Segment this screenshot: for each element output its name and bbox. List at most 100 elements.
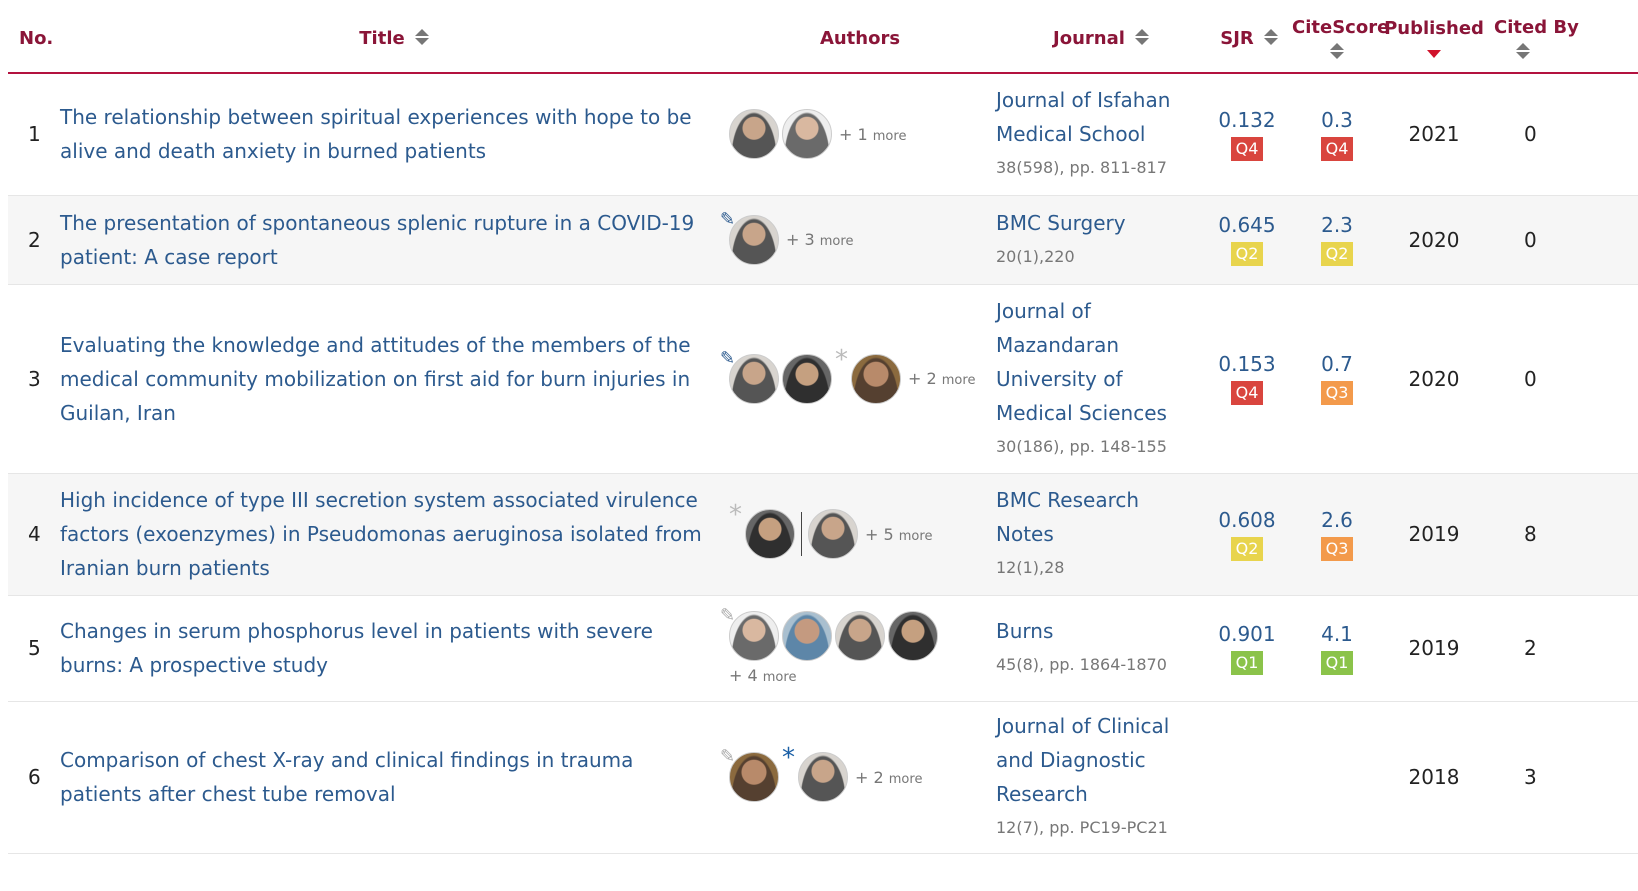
header-cited-by-label: Cited By xyxy=(1494,17,1579,38)
table-row: 1 The relationship between spiritual exp… xyxy=(8,73,1638,195)
sjr-cell: 0.608 Q2 xyxy=(1202,473,1292,595)
published-year: 2019 xyxy=(1408,522,1460,546)
sort-icon[interactable] xyxy=(1263,28,1278,45)
row-number: 1 xyxy=(28,122,41,147)
paper-title-cell: Evaluating the knowledge and attitudes o… xyxy=(60,284,724,473)
journal-link[interactable]: Burns xyxy=(996,614,1202,648)
paper-title-link[interactable]: High incidence of type III secretion sys… xyxy=(60,483,704,585)
citescore-cell: 0.7 Q3 xyxy=(1292,284,1382,473)
table-row: 2 The presentation of spontaneous spleni… xyxy=(8,195,1638,284)
author-list: ✎ + 3 more xyxy=(720,209,996,265)
journal-issue: 12(7), pp. PC19-PC21 xyxy=(996,818,1168,837)
more-authors-link[interactable]: + 5 more xyxy=(865,525,932,544)
cited-by-count: 2 xyxy=(1524,636,1537,660)
journal-link[interactable]: Journal of Isfahan Medical School xyxy=(996,83,1202,151)
header-cited-by[interactable]: Cited By xyxy=(1486,4,1638,74)
sort-desc-icon[interactable] xyxy=(1427,50,1441,58)
authors-cell: + 1 more xyxy=(724,73,996,195)
header-sjr[interactable]: SJR xyxy=(1202,4,1292,74)
avatar[interactable] xyxy=(782,109,832,160)
avatar[interactable] xyxy=(808,509,858,559)
quartile-badge: Q2 xyxy=(1320,242,1354,266)
paper-title-cell: The relationship between spiritual exper… xyxy=(60,73,724,195)
sort-icon[interactable] xyxy=(414,28,429,45)
avatar[interactable] xyxy=(888,611,938,661)
more-authors-word: more xyxy=(898,528,933,544)
avatar[interactable] xyxy=(729,752,779,802)
sjr-cell: 0.153 Q4 xyxy=(1202,284,1292,473)
sort-icon[interactable] xyxy=(1134,28,1149,45)
avatar[interactable] xyxy=(729,611,779,661)
citescore-value: 0.7 xyxy=(1321,352,1353,376)
sjr-value: 0.153 xyxy=(1218,352,1276,376)
paper-title-link[interactable]: The relationship between spiritual exper… xyxy=(60,100,704,168)
journal-link[interactable]: Journal of Mazandaran University of Medi… xyxy=(996,294,1202,430)
authors-cell: ✎ * + 2 more xyxy=(720,701,996,853)
sjr-value: 0.608 xyxy=(1218,507,1276,532)
citescore-cell xyxy=(1292,701,1382,853)
citescore-value: 0.3 xyxy=(1321,107,1353,132)
published-year: 2018 xyxy=(1408,765,1460,789)
paper-title-link[interactable]: Comparison of chest X-ray and clinical f… xyxy=(60,743,704,811)
avatar[interactable] xyxy=(729,214,779,265)
header-authors: Authors xyxy=(724,4,996,74)
header-title-label: Title xyxy=(359,27,405,49)
avatar[interactable] xyxy=(729,353,779,404)
more-authors-word: more xyxy=(888,771,923,787)
header-published-label: Published xyxy=(1384,18,1484,39)
avatar[interactable] xyxy=(782,611,832,661)
header-citescore-label: CiteScore xyxy=(1292,17,1390,38)
more-authors-link[interactable]: + 2 more xyxy=(855,768,922,787)
header-no: No. xyxy=(8,4,60,74)
row-number: 6 xyxy=(28,765,41,789)
more-authors-link[interactable]: + 4 more xyxy=(729,666,996,685)
quartile-badge: Q1 xyxy=(1230,650,1264,675)
paper-title-link[interactable]: The presentation of spontaneous splenic … xyxy=(60,206,704,274)
header-journal[interactable]: Journal xyxy=(996,4,1202,74)
author-list: ✎ + 4 more xyxy=(720,605,996,685)
avatar[interactable] xyxy=(745,509,795,559)
sjr-cell xyxy=(1202,701,1292,853)
header-title[interactable]: Title xyxy=(60,4,724,74)
more-authors-link[interactable]: + 1 more xyxy=(839,125,906,144)
avatar[interactable] xyxy=(782,353,832,404)
paper-title-cell: Changes in serum phosphorus level in pat… xyxy=(60,595,724,701)
avatar[interactable] xyxy=(851,353,901,404)
journal-cell: Journal of Clinical and Diagnostic Resea… xyxy=(996,701,1202,853)
journal-link[interactable]: BMC Research Notes xyxy=(996,483,1202,551)
table-row: 6 Comparison of chest X-ray and clinical… xyxy=(8,701,1638,853)
more-authors-count: + 2 xyxy=(908,369,937,388)
header-citescore[interactable]: CiteScore xyxy=(1292,4,1390,74)
journal-issue: 12(1),28 xyxy=(996,558,1065,577)
journal-issue: 20(1),220 xyxy=(996,246,1075,266)
more-authors-link[interactable]: + 2 more xyxy=(908,369,975,388)
citescore-cell: 0.3 Q4 xyxy=(1292,73,1382,195)
quartile-badge: Q3 xyxy=(1320,381,1354,405)
sort-icon[interactable] xyxy=(1516,43,1530,59)
journal-link[interactable]: BMC Surgery xyxy=(996,206,1202,240)
published-year: 2020 xyxy=(1408,366,1460,391)
cited-by-count: 8 xyxy=(1524,522,1537,546)
quartile-badge: Q4 xyxy=(1230,136,1264,161)
paper-title-link[interactable]: Changes in serum phosphorus level in pat… xyxy=(60,614,704,682)
avatar[interactable] xyxy=(729,109,779,160)
avatar[interactable] xyxy=(798,752,848,802)
header-published[interactable]: Published xyxy=(1382,4,1486,74)
sort-icon[interactable] xyxy=(1330,43,1344,59)
row-number: 5 xyxy=(28,636,41,660)
citescore-cell: 2.6 Q3 xyxy=(1292,473,1382,595)
citescore-value: 2.3 xyxy=(1321,213,1353,237)
more-authors-count: + 4 xyxy=(729,666,758,685)
row-number: 4 xyxy=(28,522,41,546)
paper-title-link[interactable]: Evaluating the knowledge and attitudes o… xyxy=(60,328,704,430)
more-authors-link[interactable]: + 3 more xyxy=(786,230,853,249)
author-list: ✎ * + 2 more xyxy=(720,347,996,404)
journal-link[interactable]: Journal of Clinical and Diagnostic Resea… xyxy=(996,709,1202,811)
publications-table-container: No. Title Authors Journal SJR CiteScore … xyxy=(8,4,1638,854)
journal-cell: Burns 45(8), pp. 1864-1870 xyxy=(996,595,1202,701)
table-header-row: No. Title Authors Journal SJR CiteScore … xyxy=(8,4,1638,74)
asterisk-icon: * xyxy=(782,743,795,773)
table-row: 4 High incidence of type III secretion s… xyxy=(8,473,1638,595)
authors-cell: ✎ + 4 more xyxy=(720,595,996,701)
avatar[interactable] xyxy=(835,611,885,661)
